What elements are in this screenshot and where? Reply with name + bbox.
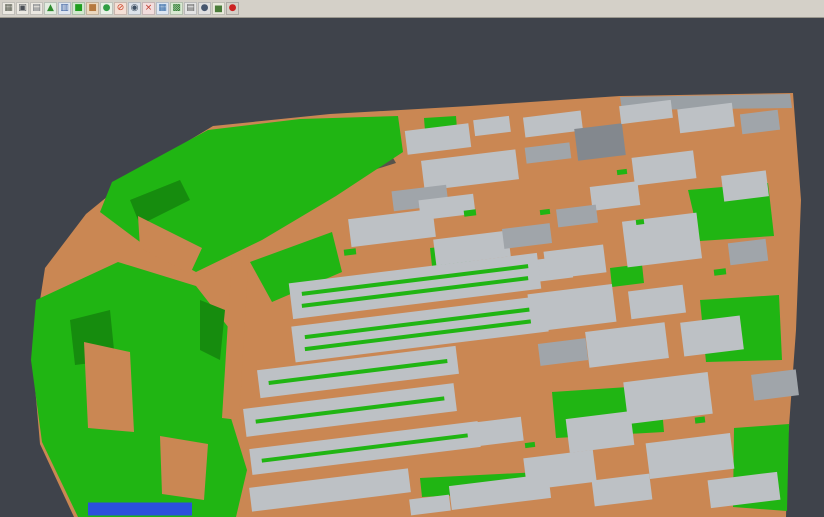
open-project-icon[interactable]: ▦ (2, 2, 15, 15)
print-icon[interactable]: ▤ (184, 2, 197, 15)
ground-layer-icon[interactable]: ■ (86, 2, 99, 15)
vegetation-layer-icon[interactable]: ■ (72, 2, 85, 15)
building-roof (751, 369, 799, 400)
globe-view-icon[interactable]: ● (198, 2, 211, 15)
histogram-icon[interactable]: ▅ (212, 2, 225, 15)
building-roof (721, 170, 769, 201)
exclude-points-icon[interactable]: ⊘ (114, 2, 127, 15)
grid-view-icon[interactable]: ▦ (156, 2, 169, 15)
marker-icon[interactable]: ● (226, 2, 239, 15)
building-roof (622, 213, 702, 268)
blue-structure (88, 503, 192, 516)
building-roof (680, 315, 744, 356)
mesh-view-icon[interactable]: ▩ (170, 2, 183, 15)
toolbar: ▦▣▤▲▥■■●⊘◉×▦▩▤●▅● (0, 0, 824, 18)
import-file-icon[interactable]: ▤ (30, 2, 43, 15)
point-cloud-scene[interactable] (0, 0, 824, 517)
viewport-3d[interactable] (0, 0, 824, 517)
application-window: ▦▣▤▲▥■■●⊘◉×▦▩▤●▅● (0, 0, 824, 517)
vegetation-dot (695, 416, 706, 423)
delete-icon[interactable]: × (142, 2, 155, 15)
save-project-icon[interactable]: ▣ (16, 2, 29, 15)
layer-manager-icon[interactable]: ▥ (58, 2, 71, 15)
ground-clearing (84, 342, 134, 432)
terrain-model-icon[interactable]: ▲ (44, 2, 57, 15)
building-roof (728, 239, 768, 265)
vegetation-dot (636, 219, 645, 225)
vegetation-patch (610, 264, 644, 287)
toolbar-icons: ▦▣▤▲▥■■●⊘◉×▦▩▤●▅● (2, 2, 239, 15)
ground-clearing (160, 436, 208, 500)
building-roof (574, 123, 626, 161)
navigation-icon[interactable]: ◉ (128, 2, 141, 15)
classify-icon[interactable]: ● (100, 2, 113, 15)
